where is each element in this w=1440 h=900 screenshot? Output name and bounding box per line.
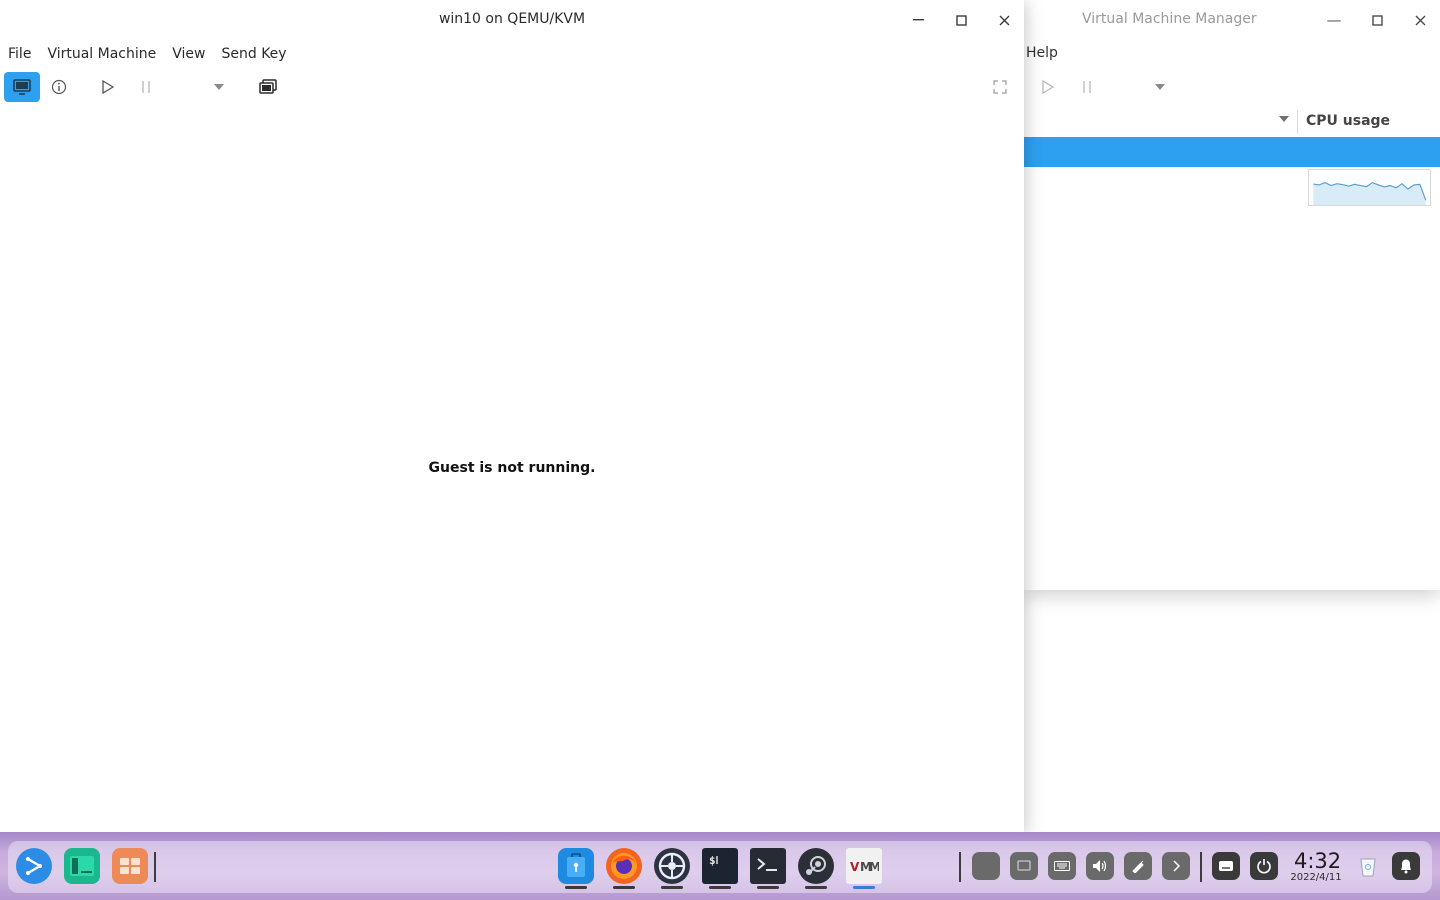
virt-manager-title: Virtual Machine Manager <box>1082 11 1257 27</box>
svg-text:V: V <box>850 860 860 874</box>
vm-list-row-selected[interactable] <box>1024 137 1440 167</box>
minimize-icon[interactable] <box>906 8 930 32</box>
running-indicator <box>661 886 683 889</box>
window-title: win10 on QEMU/KVM <box>438 11 586 27</box>
menu-file[interactable]: File <box>0 44 39 66</box>
multitask-view-icon[interactable] <box>972 852 1000 880</box>
console-view-button[interactable] <box>4 72 40 102</box>
menu-send-key[interactable]: Send Key <box>213 44 294 66</box>
vm-list-header: CPU usage <box>1024 108 1440 136</box>
active-indicator <box>853 886 875 889</box>
menu-virtual-machine[interactable]: Virtual Machine <box>39 44 164 66</box>
clock-time[interactable]: 4:32 <box>1294 849 1341 873</box>
close-icon[interactable] <box>1408 8 1432 32</box>
finder-icon[interactable] <box>558 848 594 884</box>
minimize-icon[interactable]: — <box>1322 8 1346 32</box>
menu-view[interactable]: View <box>164 44 213 66</box>
chevron-right-icon[interactable] <box>1162 852 1190 880</box>
column-separator <box>1297 110 1298 134</box>
cpu-usage-area <box>1313 182 1426 205</box>
pause-icon[interactable] <box>1076 76 1098 98</box>
fullscreen-icon <box>993 80 1007 94</box>
close-icon[interactable] <box>992 8 1016 32</box>
virt-manager-titlebar: Virtual Machine Manager — <box>1024 0 1440 40</box>
running-indicator <box>565 886 587 889</box>
shutdown-menu-button[interactable] <box>207 72 231 102</box>
maximize-icon[interactable] <box>1365 8 1389 32</box>
menu-help[interactable]: Help <box>1026 45 1058 61</box>
clock-date[interactable]: 2022/4/11 <box>1286 872 1346 883</box>
notification-bell-icon[interactable] <box>1392 852 1420 880</box>
svg-text:$: $ <box>709 854 716 867</box>
steam-icon[interactable] <box>798 848 834 884</box>
screen-icon[interactable] <box>1010 852 1038 880</box>
cpu-usage-graph <box>1308 169 1431 206</box>
run-button[interactable] <box>96 72 120 102</box>
app-store-icon[interactable] <box>112 848 148 884</box>
running-indicator <box>757 886 779 889</box>
settings-icon[interactable] <box>654 848 690 884</box>
terminal-icon[interactable]: $ <box>702 848 738 884</box>
cpu-usage-column-header[interactable]: CPU usage <box>1306 113 1390 129</box>
pen-icon[interactable] <box>1124 852 1152 880</box>
file-manager-icon[interactable] <box>64 848 100 884</box>
fullscreen-button[interactable] <box>988 72 1012 102</box>
shutdown-menu-chevron-icon[interactable] <box>1149 76 1171 98</box>
snapshots-icon <box>259 79 277 94</box>
taskbar-divider <box>1200 852 1202 882</box>
pause-icon <box>142 81 150 93</box>
vm-viewer-window: win10 on QEMU/KVM File Virtual Machine V… <box>0 0 1024 832</box>
sort-arrow-icon[interactable] <box>1279 116 1289 122</box>
details-view-button[interactable] <box>46 72 72 102</box>
virt-manager-icon[interactable]: VMM <box>846 848 882 884</box>
info-icon <box>51 79 67 95</box>
menu-bar: File Virtual Machine View Send Key <box>0 44 295 66</box>
power-icon[interactable] <box>1250 852 1278 880</box>
running-indicator <box>709 886 731 889</box>
taskbar-divider <box>959 852 961 882</box>
play-icon <box>102 80 114 94</box>
onscreen-keyboard-icon[interactable] <box>1212 852 1240 880</box>
maximize-icon[interactable] <box>949 8 973 32</box>
monitor-icon <box>13 79 31 95</box>
keyboard-icon[interactable] <box>1048 852 1076 880</box>
run-icon[interactable] <box>1037 76 1059 98</box>
snapshots-button[interactable] <box>255 72 281 102</box>
virt-manager-window: Virtual Machine Manager — Help CPU usage <box>1024 0 1440 590</box>
svg-text:M: M <box>869 860 879 874</box>
trash-icon[interactable] <box>1354 852 1382 880</box>
running-indicator <box>613 886 635 889</box>
launcher-icon[interactable] <box>16 848 52 884</box>
chevron-down-icon <box>214 84 224 90</box>
pause-button[interactable] <box>134 72 158 102</box>
firefox-icon[interactable] <box>606 848 642 884</box>
console-icon[interactable] <box>750 848 786 884</box>
running-indicator <box>805 886 827 889</box>
volume-icon[interactable] <box>1086 852 1114 880</box>
guest-status-message: Guest is not running. <box>428 460 596 476</box>
taskbar-divider <box>154 852 156 882</box>
